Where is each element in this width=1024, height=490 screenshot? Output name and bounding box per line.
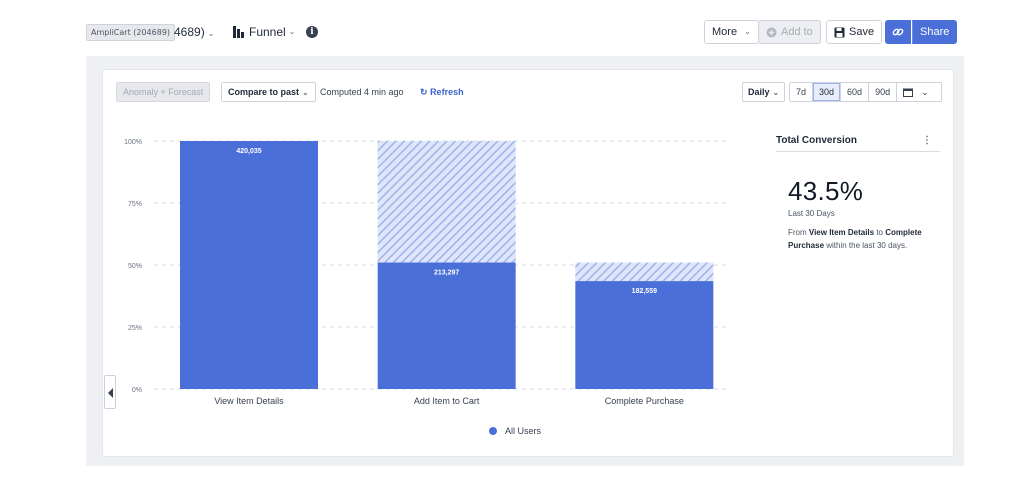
- dropoff-bar-3: [575, 262, 714, 282]
- chevron-down-icon: ⌄: [772, 88, 780, 97]
- compare-label: Compare to past: [228, 87, 300, 97]
- x-axis: View Item Details Add Item to Cart Complet…: [214, 396, 684, 406]
- date-range-selector: 7d 30d 60d 90d ⌄: [789, 82, 942, 102]
- y-tick-label: 75%: [128, 201, 142, 208]
- funnel-bar-1: [180, 141, 318, 389]
- funnel-chart-icon: [233, 26, 245, 38]
- chevron-down-icon: ⌄: [302, 88, 309, 97]
- bar-value-label: 182,559: [632, 288, 657, 295]
- save-button-label: Save: [849, 26, 875, 38]
- project-selector[interactable]: 4689) ⌄: [174, 25, 214, 41]
- conversion-summary-header: Total Conversion ⋮: [776, 130, 940, 152]
- funnel-bar-2: [377, 262, 516, 389]
- conversion-period: Last 30 Days: [788, 209, 835, 218]
- funnel-bar-3: [575, 281, 714, 389]
- anomaly-forecast-button[interactable]: Anomaly + Forecast: [116, 82, 211, 102]
- chevron-down-icon: ⌄: [288, 27, 296, 36]
- save-disk-icon: [834, 27, 845, 37]
- save-button[interactable]: Save: [826, 20, 883, 44]
- chart-bars: 420,035 213,297 182,559: [180, 141, 714, 389]
- more-button[interactable]: More ⌄: [704, 20, 759, 44]
- range-30d[interactable]: 30d: [813, 83, 842, 101]
- legend-swatch: [489, 427, 497, 435]
- range-7d[interactable]: 7d: [790, 83, 814, 101]
- share-button-label: Share: [920, 26, 950, 38]
- conversion-value: 43.5%: [788, 176, 864, 206]
- bar-value-label: 420,035: [236, 148, 261, 155]
- info-icon[interactable]: i: [306, 26, 318, 38]
- interval-label: Daily: [748, 87, 770, 97]
- range-90d[interactable]: 90d: [869, 83, 898, 101]
- top-bar: AmpliCart (204689) 4689) ⌄ Funnel ⌄ i Mor…: [0, 0, 1024, 56]
- bar-value-label: 213,297: [434, 270, 459, 277]
- range-60d[interactable]: 60d: [841, 83, 870, 101]
- chevron-down-icon: ⌄: [207, 29, 215, 38]
- calendar-picker[interactable]: ⌄: [897, 83, 941, 101]
- chart-type-selector[interactable]: Funnel ⌄: [233, 25, 295, 39]
- chart-type-label: Funnel: [249, 25, 286, 39]
- project-id-text: 4689): [174, 25, 205, 39]
- link-icon: [892, 28, 904, 36]
- legend-label[interactable]: All Users: [505, 426, 541, 436]
- collapse-panel-button[interactable]: [104, 375, 116, 409]
- conversion-summary-panel: Total Conversion ⋮ 43.5% Last 30 Days Fr…: [776, 130, 940, 252]
- y-tick-label: 100%: [124, 139, 142, 146]
- share-button[interactable]: Share: [912, 20, 958, 44]
- x-tick-label: View Item Details: [214, 396, 284, 406]
- chevron-down-icon: ⌄: [744, 27, 751, 36]
- refresh-button[interactable]: ↻ Refresh: [420, 86, 464, 98]
- dropoff-bar-2: [377, 141, 516, 263]
- y-tick-label: 25%: [128, 325, 142, 332]
- add-to-button-label: Add to: [781, 26, 813, 38]
- refresh-label: Refresh: [430, 87, 464, 97]
- chart-legend: All Users: [489, 426, 541, 436]
- calendar-icon: [903, 88, 914, 97]
- y-tick-label: 50%: [128, 263, 142, 270]
- y-tick-label: 0%: [132, 387, 142, 394]
- add-circle-icon: [766, 27, 777, 37]
- copy-link-button[interactable]: [885, 20, 911, 44]
- more-button-label: More: [712, 26, 738, 38]
- project-selector-chip[interactable]: AmpliCart (204689): [86, 24, 176, 41]
- conversion-title: Total Conversion: [776, 135, 857, 146]
- conversion-description: From View Item Details to Complete Purch…: [788, 228, 922, 250]
- funnel-chart: 100% 75% 50% 25% 0% 420,035 213,297 182,559 Vi…: [124, 139, 727, 406]
- interval-dropdown[interactable]: Daily ⌄: [742, 82, 786, 102]
- kebab-menu-icon[interactable]: ⋮: [922, 135, 940, 146]
- y-axis: 100% 75% 50% 25% 0%: [124, 139, 142, 394]
- compare-to-past-dropdown[interactable]: Compare to past ⌄: [221, 82, 316, 102]
- refresh-icon: ↻: [420, 87, 428, 97]
- x-tick-label: Add Item to Cart: [414, 396, 480, 406]
- x-tick-label: Complete Purchase: [605, 396, 684, 406]
- chevron-down-icon: ⌄: [915, 83, 935, 101]
- add-to-button[interactable]: Add to: [758, 20, 821, 44]
- computed-timestamp: Computed 4 min ago: [320, 87, 404, 97]
